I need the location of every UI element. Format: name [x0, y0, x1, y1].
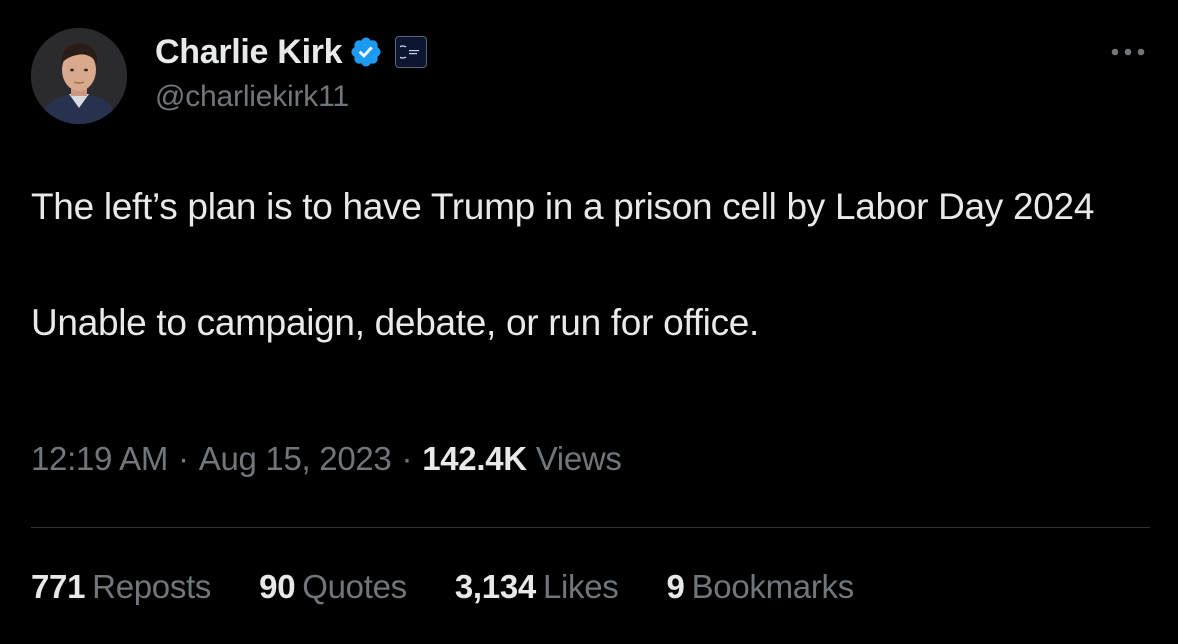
handle[interactable]: @charliekirk11: [155, 80, 349, 114]
stat-label: Bookmarks: [691, 568, 855, 605]
avatar-portrait-icon: [31, 28, 127, 124]
tweet-card: Charlie Kirk @charliekirk11 The left’s p…: [0, 0, 1178, 644]
more-options-icon[interactable]: [1108, 40, 1148, 64]
engagement-stats: 771 Reposts 90 Quotes 3,134 Likes 9 Bookmark…: [31, 568, 902, 606]
meta-separator: ·: [401, 440, 413, 477]
tweet-text: The left’s plan is to have Trump in a pr…: [31, 178, 1141, 352]
views-count: 142.4K: [422, 440, 527, 477]
bookmarks-stat[interactable]: 9 Bookmarks: [666, 568, 855, 606]
display-name[interactable]: Charlie Kirk: [155, 33, 343, 72]
tweet-meta: 12:19 AM · Aug 15, 2023 · 142.4K Views: [31, 440, 622, 478]
stat-count: 3,134: [454, 568, 536, 605]
quotes-stat[interactable]: 90 Quotes: [259, 568, 407, 606]
divider: [31, 527, 1150, 528]
stat-count: 9: [666, 568, 685, 605]
tweet-date[interactable]: Aug 15, 2023: [199, 440, 392, 477]
meta-separator: ·: [178, 440, 189, 477]
verified-badge-icon[interactable]: [349, 35, 383, 69]
views-label: Views: [535, 440, 622, 477]
stat-count: 90: [259, 568, 296, 605]
stat-count: 771: [31, 568, 86, 605]
likes-stat[interactable]: 3,134 Likes: [455, 568, 619, 606]
tweet-text-line: Unable to campaign, debate, or run for o…: [31, 302, 760, 343]
stat-label: Quotes: [302, 568, 407, 605]
name-row: Charlie Kirk: [155, 30, 428, 74]
reposts-stat[interactable]: 771 Reposts: [31, 568, 211, 606]
avatar[interactable]: [31, 28, 127, 124]
tweet-text-line: The left’s plan is to have Trump in a pr…: [31, 186, 1095, 227]
stat-label: Reposts: [92, 568, 212, 605]
tweet-time[interactable]: 12:19 AM: [31, 440, 168, 477]
stat-label: Likes: [542, 568, 619, 605]
affiliation-badge-icon[interactable]: [395, 36, 428, 68]
